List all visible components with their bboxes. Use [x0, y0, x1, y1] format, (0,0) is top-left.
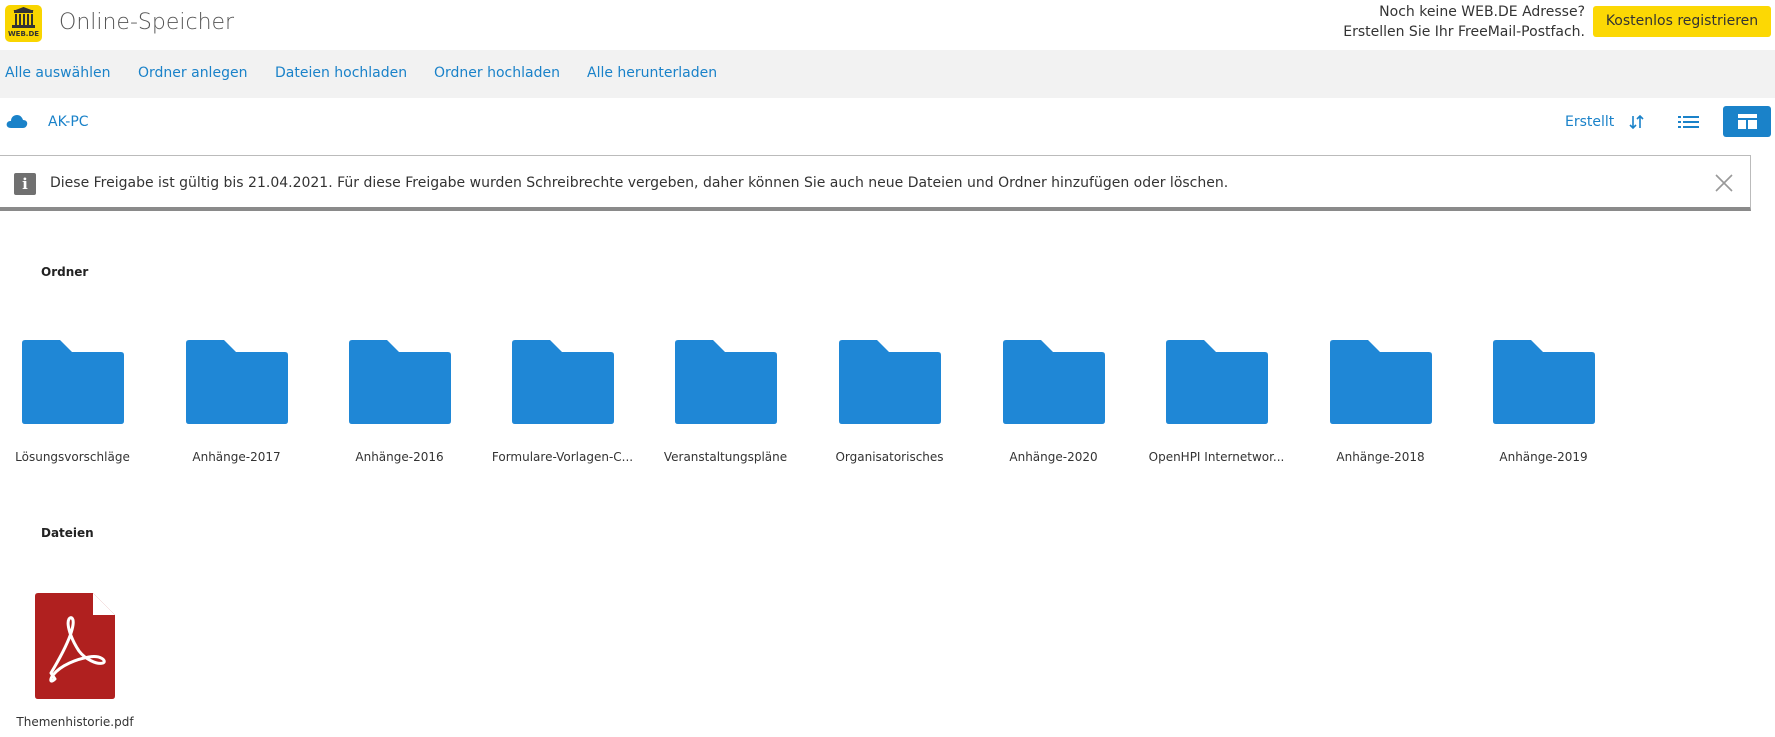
- register-button[interactable]: Kostenlos registrieren: [1593, 6, 1771, 37]
- folder-name: OpenHPI Internetwor...: [1148, 450, 1285, 464]
- folder-name: Anhänge-2017: [192, 450, 281, 464]
- files-section-title: Dateien: [41, 526, 94, 540]
- folder-name: Formulare-Vorlagen-C...: [491, 450, 634, 464]
- cloud-icon[interactable]: [6, 113, 28, 129]
- folder-icon: [348, 340, 451, 424]
- webde-logo[interactable]: WEB.DE: [5, 5, 42, 42]
- folder-item[interactable]: Anhänge-2017: [155, 340, 318, 480]
- folder-icon: [1165, 340, 1268, 424]
- tile-view-icon: [1738, 114, 1757, 129]
- select-all-link[interactable]: Alle auswählen: [5, 65, 110, 81]
- promo-line-1: Noch keine WEB.DE Adresse?: [1379, 4, 1585, 20]
- folder-icon: [185, 340, 288, 424]
- building-logo-icon: [12, 7, 35, 28]
- folder-item[interactable]: Veranstaltungspläne: [644, 340, 807, 480]
- pdf-icon: [35, 593, 115, 699]
- promo-line-2: Erstellen Sie Ihr FreeMail-Postfach.: [1343, 24, 1585, 40]
- app-title: Online-Speicher: [59, 10, 235, 35]
- folder-item[interactable]: Organisatorisches: [808, 340, 971, 480]
- folder-item[interactable]: Lösungsvorschläge: [0, 340, 154, 480]
- breadcrumb-bar: AK-PC Erstellt: [0, 98, 1775, 152]
- tile-view-button[interactable]: [1723, 106, 1771, 137]
- info-icon: i: [14, 173, 36, 195]
- folder-icon: [511, 340, 614, 424]
- promo-text: Noch keine WEB.DE Adresse? Erstellen Sie…: [1343, 2, 1585, 42]
- logo-text: WEB.DE: [7, 30, 40, 38]
- folder-name: Organisatorisches: [835, 450, 944, 464]
- folder-icon: [21, 340, 124, 424]
- toolbar: Alle auswählen Ordner anlegen Dateien ho…: [0, 50, 1775, 98]
- sort-label[interactable]: Erstellt: [1565, 114, 1614, 130]
- folder-item[interactable]: OpenHPI Internetwor...: [1135, 340, 1298, 480]
- upload-folder-link[interactable]: Ordner hochladen: [434, 65, 560, 81]
- folder-item[interactable]: Formulare-Vorlagen-C...: [481, 340, 644, 480]
- folders-section-title: Ordner: [41, 265, 89, 279]
- folder-name: Anhänge-2020: [1009, 450, 1098, 464]
- header: WEB.DE Online-Speicher Noch keine WEB.DE…: [0, 0, 1775, 50]
- folder-icon: [674, 340, 777, 424]
- folder-icon: [1492, 340, 1595, 424]
- list-view-icon[interactable]: [1678, 113, 1700, 131]
- download-all-link[interactable]: Alle herunterladen: [587, 65, 717, 81]
- sort-direction-icon[interactable]: [1628, 113, 1646, 131]
- file-name: Themenhistorie.pdf: [16, 715, 134, 729]
- folder-icon: [1329, 340, 1432, 424]
- folder-item[interactable]: Anhänge-2016: [318, 340, 481, 480]
- folder-item[interactable]: Anhänge-2018: [1299, 340, 1462, 480]
- share-notice: i Diese Freigabe ist gültig bis 21.04.20…: [0, 155, 1751, 211]
- upload-files-link[interactable]: Dateien hochladen: [275, 65, 407, 81]
- folder-item[interactable]: Anhänge-2019: [1462, 340, 1625, 480]
- breadcrumb-location[interactable]: AK-PC: [48, 114, 89, 130]
- folder-name: Anhänge-2018: [1336, 450, 1425, 464]
- close-icon[interactable]: [1713, 172, 1735, 194]
- folder-icon: [838, 340, 941, 424]
- folder-icon: [1002, 340, 1105, 424]
- notice-text: Diese Freigabe ist gültig bis 21.04.2021…: [50, 175, 1229, 191]
- file-item[interactable]: Themenhistorie.pdf: [0, 593, 150, 733]
- folder-name: Anhänge-2019: [1499, 450, 1588, 464]
- new-folder-link[interactable]: Ordner anlegen: [138, 65, 247, 81]
- folder-name: Anhänge-2016: [355, 450, 444, 464]
- folder-name: Lösungsvorschläge: [15, 450, 130, 464]
- folder-name: Veranstaltungspläne: [663, 450, 788, 464]
- folder-item[interactable]: Anhänge-2020: [972, 340, 1135, 480]
